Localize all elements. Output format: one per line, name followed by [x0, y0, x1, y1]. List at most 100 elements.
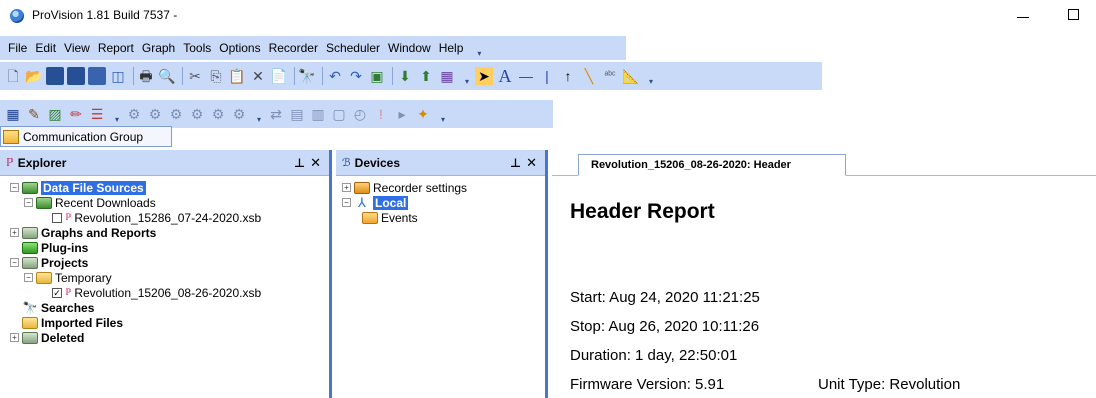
split-view-icon[interactable]: ◫	[109, 67, 127, 85]
toolbar-grip-icon[interactable]: ▾	[113, 104, 121, 124]
menu-tools[interactable]: Tools	[183, 41, 211, 55]
print-icon[interactable]: 🖶	[137, 67, 155, 85]
tree-label: Local	[373, 195, 409, 210]
download-icon[interactable]: ▥	[309, 105, 327, 123]
menu-help[interactable]: Help	[439, 41, 464, 55]
open-folder-icon[interactable]: 📂	[25, 67, 43, 85]
menu-recorder[interactable]: Recorder	[269, 41, 318, 55]
print-preview-icon[interactable]: 🔍	[158, 67, 176, 85]
toolbar-grip-icon[interactable]: ▾	[439, 104, 447, 124]
undo-icon[interactable]: ↶	[326, 67, 344, 85]
toolbar-grip-icon[interactable]: ▾	[255, 104, 263, 124]
import-icon[interactable]: ⬇	[396, 67, 414, 85]
tree-item-plugins[interactable]: Plug-ins	[0, 240, 329, 255]
save-icon[interactable]	[46, 67, 64, 85]
form-icon[interactable]: ☰	[88, 105, 106, 123]
report-icon[interactable]: ▦	[438, 67, 456, 85]
tree-item-searches[interactable]: 🔭 Searches	[0, 300, 329, 315]
connect-icon[interactable]: ⇄	[267, 105, 285, 123]
measure-icon[interactable]: 📐	[622, 67, 640, 85]
expand-icon[interactable]: +	[10, 228, 19, 237]
maximize-button[interactable]	[1068, 9, 1079, 20]
tree-item-recent-file[interactable]: ℙ Revolution_15286_07-24-2020.xsb	[0, 210, 329, 225]
menu-options[interactable]: Options	[219, 41, 260, 55]
filter-1-icon[interactable]: ⚙	[125, 105, 143, 123]
memory-icon[interactable]: ▢	[330, 105, 348, 123]
tree-item-projects[interactable]: − Projects	[0, 255, 329, 270]
spell-check-icon[interactable]: ᵃᵇᶜ	[601, 67, 619, 85]
menu-file[interactable]: File	[8, 41, 27, 55]
toolbar-grip-icon[interactable]: ▾	[463, 66, 471, 86]
tab-header-report[interactable]: Revolution_15206_08-26-2020: Header	[578, 154, 846, 176]
menu-scheduler[interactable]: Scheduler	[326, 41, 380, 55]
vertical-line-icon[interactable]: |	[538, 67, 556, 85]
filter-5-icon[interactable]: ⚙	[209, 105, 227, 123]
wizard-icon[interactable]: ✦	[414, 105, 432, 123]
filter-6-icon[interactable]: ⚙	[230, 105, 248, 123]
events-icon	[362, 211, 378, 224]
collapse-icon[interactable]: −	[24, 198, 33, 207]
tree-item-events[interactable]: Events	[336, 210, 545, 225]
tools-icon[interactable]: ✎	[25, 105, 43, 123]
tree-item-temporary-file[interactable]: ✓ ℙ Revolution_15206_08-26-2020.xsb	[0, 285, 329, 300]
tree-item-recorder-settings[interactable]: + Recorder settings	[336, 180, 545, 195]
expand-icon[interactable]: +	[10, 333, 19, 342]
collapse-icon[interactable]: −	[10, 258, 19, 267]
recorder-icon[interactable]: ▤	[288, 105, 306, 123]
paste-icon[interactable]: 📋	[228, 67, 246, 85]
menu-view[interactable]: View	[64, 41, 90, 55]
redo-icon[interactable]: ↷	[347, 67, 365, 85]
grid-icon[interactable]: ▦	[4, 105, 22, 123]
report-start: Start: Aug 24, 2020 11:21:25	[570, 289, 760, 306]
export-icon[interactable]: ⬆	[417, 67, 435, 85]
collapse-icon[interactable]: −	[24, 273, 33, 282]
new-file-icon[interactable]: 🗋	[4, 67, 22, 85]
menu-edit[interactable]: Edit	[35, 41, 56, 55]
tree-item-imported-files[interactable]: Imported Files	[0, 315, 329, 330]
play-icon[interactable]: ▸	[393, 105, 411, 123]
pin-icon[interactable]: ⊥	[294, 156, 305, 170]
arrow-up-icon[interactable]: ↑	[559, 67, 577, 85]
communication-group-button[interactable]: Communication Group	[0, 126, 172, 147]
close-icon[interactable]: ✕	[310, 155, 321, 171]
menu-graph[interactable]: Graph	[142, 41, 175, 55]
image-icon[interactable]: ▨	[46, 105, 64, 123]
filter-4-icon[interactable]: ⚙	[188, 105, 206, 123]
collapse-icon[interactable]: −	[10, 183, 19, 192]
chart-icon[interactable]: ▣	[368, 67, 386, 85]
minimize-button[interactable]	[1014, 6, 1034, 26]
line-tool-icon[interactable]: —	[517, 67, 535, 85]
properties-icon[interactable]: 📄	[270, 67, 288, 85]
tree-item-deleted[interactable]: + Deleted	[0, 330, 329, 345]
file-checkbox[interactable]	[52, 212, 62, 223]
filter-3-icon[interactable]: ⚙	[167, 105, 185, 123]
tree-item-data-file-sources[interactable]: − Data File Sources	[0, 180, 329, 195]
expand-icon[interactable]: +	[342, 183, 351, 192]
close-icon[interactable]: ✕	[526, 155, 537, 171]
clock-icon[interactable]: ◴	[351, 105, 369, 123]
tree-item-graphs-reports[interactable]: + Graphs and Reports	[0, 225, 329, 240]
pencil-icon[interactable]: ✏	[67, 105, 85, 123]
pin-icon[interactable]: ⊥	[510, 156, 521, 170]
copy-icon[interactable]: ⎘	[207, 67, 225, 85]
toolbar-grip-icon[interactable]: ▾	[647, 66, 655, 86]
toolbar-grip-icon[interactable]: ▾	[475, 38, 483, 58]
filter-2-icon[interactable]: ⚙	[146, 105, 164, 123]
pointer-icon[interactable]: ➤	[475, 67, 493, 85]
delete-icon[interactable]: ✕	[249, 67, 267, 85]
text-tool-icon[interactable]: A	[496, 67, 514, 85]
diagonal-line-icon[interactable]: ╲	[580, 67, 598, 85]
menu-window[interactable]: Window	[388, 41, 431, 55]
collapse-icon[interactable]: −	[342, 198, 351, 207]
file-checkbox[interactable]: ✓	[52, 287, 62, 298]
tree-item-temporary[interactable]: − Temporary	[0, 270, 329, 285]
find-icon[interactable]: 🔭	[298, 67, 316, 85]
tree-item-recent-downloads[interactable]: − Recent Downloads	[0, 195, 329, 210]
save-all-icon[interactable]	[88, 67, 106, 85]
cut-icon[interactable]: ✂	[186, 67, 204, 85]
tree-item-local[interactable]: − ⅄ Local	[336, 195, 545, 210]
report-unit-type: Unit Type: Revolution	[818, 376, 961, 393]
alert-icon[interactable]: !	[372, 105, 390, 123]
save-as-icon[interactable]	[67, 67, 85, 85]
menu-report[interactable]: Report	[98, 41, 134, 55]
